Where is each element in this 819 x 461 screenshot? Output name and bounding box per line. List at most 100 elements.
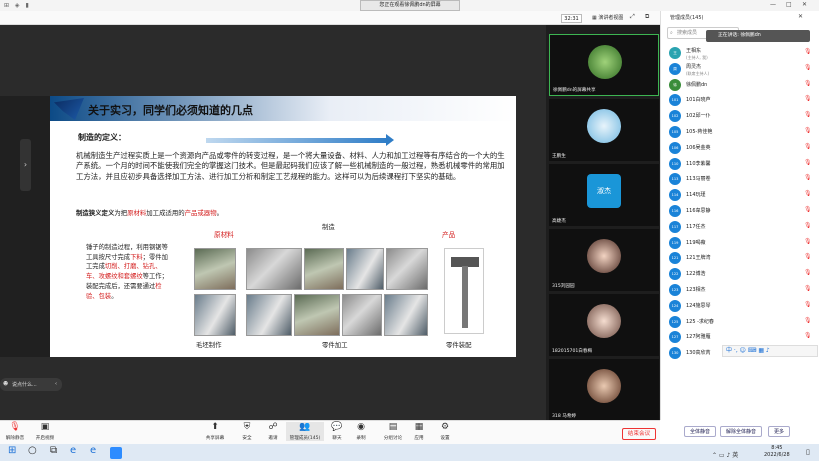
member-row[interactable]: 113 113马丽卷 🎙	[668, 172, 818, 187]
member-row[interactable]: 110 110李紫馨 🎙	[668, 157, 818, 172]
video-tile[interactable]: 315刘园园	[549, 229, 659, 291]
speaking-indicator: 正在讲话: 徐佩鹏dn	[706, 30, 810, 42]
mic-muted-icon[interactable]: 🎙	[804, 64, 812, 71]
mic-muted-icon[interactable]: 🎙	[804, 222, 812, 229]
manage-members-button[interactable]: 👥 管理成员(145)	[286, 422, 324, 441]
fullscreen-icon[interactable]: ⤢	[630, 13, 635, 21]
video-tile[interactable]: 182015701白春梅	[549, 294, 659, 356]
member-row[interactable]: 127 127阿雅雁 🎙	[668, 330, 818, 345]
video-tile[interactable]: 淑杰 高婕杰	[549, 164, 659, 226]
security-label: 安全	[242, 436, 252, 441]
flow-arrow	[206, 138, 388, 143]
status-icons: ⊞ ◈ ▮	[4, 2, 31, 9]
avatar	[587, 369, 621, 403]
tray-icons[interactable]: ⌃ ▭ ♪ 英	[712, 450, 738, 459]
video-label: 开启视频	[35, 436, 55, 441]
avatar: 102	[669, 110, 681, 123]
photo-machining-6	[294, 294, 340, 336]
member-row[interactable]: 123 123相杰 🎙	[668, 283, 818, 298]
mic-muted-icon[interactable]: 🎙	[804, 190, 812, 197]
edge-icon[interactable]: e	[70, 445, 76, 456]
ime-toolbar[interactable]: 中 ·, ☺ ⌨ ▦ ♪	[722, 345, 818, 357]
mic-muted-icon[interactable]: 🎙	[804, 143, 812, 150]
mic-muted-icon[interactable]: 🎙	[804, 269, 812, 276]
member-row[interactable]: 106 106吴金英 🎙	[668, 141, 818, 156]
member-row[interactable]: 105 105-蒋佳艳 🎙	[668, 125, 818, 140]
notification-icon[interactable]: ▯	[806, 448, 810, 456]
avatar: 徐	[669, 78, 681, 91]
mic-muted-icon[interactable]: 🎙	[804, 174, 812, 181]
member-row[interactable]: 117 117任杰 🎙	[668, 220, 818, 235]
mic-muted-icon[interactable]: 🎙	[804, 301, 812, 308]
photo-sawing	[194, 294, 236, 336]
close-icon[interactable]: ✕	[802, 1, 807, 8]
search-taskbar-icon[interactable]: ○	[28, 445, 37, 456]
mic-muted-icon[interactable]: 🎙	[804, 317, 812, 324]
mic-muted-icon[interactable]: 🎙	[804, 206, 812, 213]
mic-muted-icon[interactable]: 🎙	[804, 80, 812, 87]
avatar: 淑杰	[587, 174, 621, 208]
clock-date: 2022/6/28	[764, 452, 790, 458]
slide-title: 关于实习，同学们必须知道的几点	[88, 104, 253, 117]
expand-arrow-button[interactable]: ›	[20, 139, 31, 191]
member-name: 121王牌湾	[686, 255, 711, 262]
member-row[interactable]: 102 102邱一仆 🎙	[668, 109, 818, 124]
member-row[interactable]: 101 101白晓芦 🎙	[668, 93, 818, 108]
mic-muted-icon[interactable]: 🎙	[804, 332, 812, 339]
end-meeting-button[interactable]: 结束会议	[622, 428, 656, 440]
share-screen-button[interactable]: ⬆ 共享屏幕	[198, 422, 232, 441]
member-row[interactable]: 125 125 -求纪春 🎙	[668, 315, 818, 330]
mic-muted-icon[interactable]: 🎙	[804, 238, 812, 245]
video-tile[interactable]: 徐佩鹏dn的屏幕共享	[549, 34, 659, 96]
mic-muted-icon[interactable]: 🎙	[804, 48, 812, 55]
chat-pill[interactable]: ☻ 说点什么... ‹	[0, 378, 62, 391]
member-row[interactable]: 124 124施思琴 🎙	[668, 299, 818, 314]
member-name: 122博浩	[686, 271, 706, 278]
view-mode-button[interactable]: ▦ 演讲者视图	[592, 14, 624, 23]
mic-muted-icon[interactable]: 🎙	[804, 285, 812, 292]
def-red1: 原材料	[127, 209, 147, 217]
mic-muted-icon[interactable]: 🎙	[804, 159, 812, 166]
mic-muted-icon[interactable]: 🎙	[804, 127, 812, 134]
member-row[interactable]: 119 119喝薇 🎙	[668, 236, 818, 251]
slide-definition: 制造狭义定义为把原材料加工成适用的产品或器物。	[76, 208, 223, 217]
restore-icon[interactable]: ⧉	[645, 13, 649, 21]
avatar	[588, 45, 622, 79]
member-row[interactable]: 121 121王牌湾 🎙	[668, 251, 818, 266]
mic-muted-icon[interactable]: 🎙	[804, 253, 812, 260]
member-name: 周灵杰	[686, 63, 702, 70]
member-row[interactable]: 周周灵杰 (联席主持人) 🎙	[668, 62, 818, 77]
left-text-4: 。	[111, 292, 118, 300]
video-tile[interactable]: 王鹏生	[549, 99, 659, 161]
minimize-icon[interactable]: —	[770, 1, 776, 8]
photo-raw-material	[194, 248, 236, 290]
mic-muted-icon[interactable]: 🎙	[804, 111, 812, 118]
windows-start-icon[interactable]: ⊞	[8, 445, 16, 456]
mic-muted-icon[interactable]: 🎙	[804, 95, 812, 102]
maximize-icon[interactable]: □	[786, 1, 792, 8]
member-role: (联席主持人)	[686, 70, 710, 76]
member-row[interactable]: 116 116韋思静 🎙	[668, 204, 818, 219]
photo-machining-2	[304, 248, 344, 290]
video-button[interactable]: ▣ 开启视频	[28, 422, 62, 441]
panel-close-icon[interactable]: ✕	[798, 13, 803, 20]
record-button[interactable]: ◉ 录制	[344, 422, 378, 441]
photo-hammer	[444, 248, 484, 334]
invite-button[interactable]: ☍ 邀请	[256, 422, 290, 441]
video-tile[interactable]: 318 马希婷	[549, 359, 659, 421]
settings-button[interactable]: ⚙ 设置	[428, 422, 462, 441]
taskbar-clock: 8:45 2022/6/28	[764, 445, 790, 459]
taskview-icon[interactable]: ⧉	[50, 445, 57, 456]
photo-machining-1	[246, 248, 302, 290]
video-name: 徐佩鹏dn的屏幕共享	[553, 88, 596, 93]
more-button[interactable]: 更多	[768, 426, 791, 437]
mute-all-button[interactable]: 全体静音	[684, 426, 717, 437]
member-row[interactable]: 徐徐佩鹏dn 🎙	[668, 78, 818, 93]
meeting-app-icon[interactable]	[110, 447, 122, 459]
member-row[interactable]: 114 114玩瑾 🎙	[668, 188, 818, 203]
ie-icon[interactable]: e	[90, 445, 96, 456]
unmute-all-button[interactable]: 解除全体静音	[720, 426, 763, 437]
member-row[interactable]: 王王相东 (主持人, 我) 🎙	[668, 46, 818, 61]
record-icon: ◉	[357, 422, 365, 432]
member-row[interactable]: 122 122博浩 🎙	[668, 267, 818, 282]
